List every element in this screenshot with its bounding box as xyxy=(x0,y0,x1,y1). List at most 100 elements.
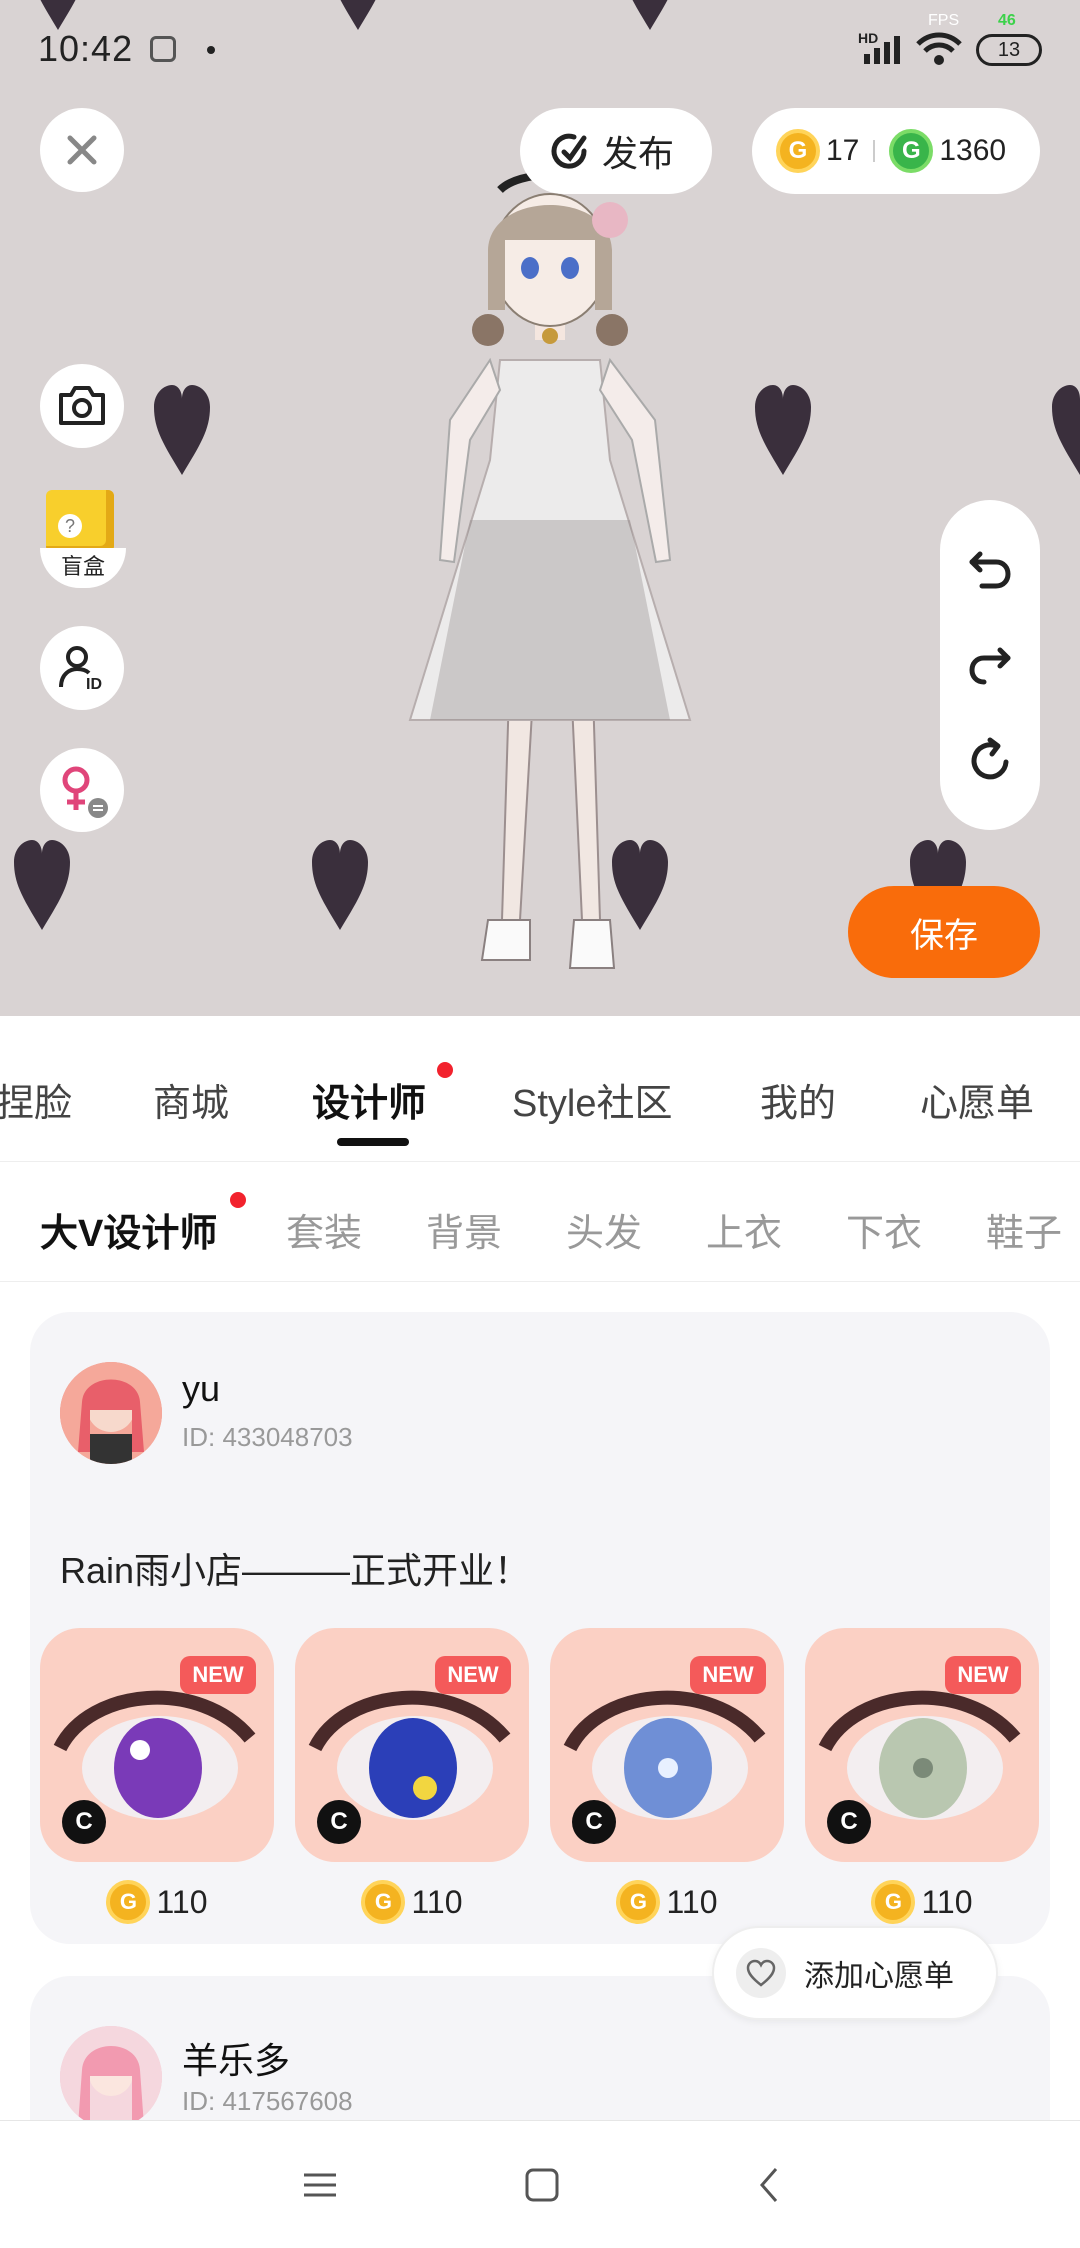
gold-coin-icon: G xyxy=(616,1880,661,1924)
heart-icon xyxy=(736,1948,786,1998)
notification-dot xyxy=(207,46,215,54)
publish-icon xyxy=(551,133,587,169)
gender-switch-icon xyxy=(62,766,108,818)
blind-box-icon xyxy=(46,490,114,552)
background-heart xyxy=(14,840,70,930)
close-button[interactable] xyxy=(40,108,124,192)
designer-id: ID: 433048703 xyxy=(182,1422,353,1452)
tab-style-community[interactable]: Style社区 xyxy=(512,1072,672,1127)
item-thumbnail: NEW C xyxy=(295,1628,529,1862)
new-badge: NEW xyxy=(435,1656,511,1694)
redo-icon[interactable] xyxy=(966,640,1014,688)
category-tab-bar: 大V设计师 套装 背景 头发 上衣 下衣 鞋子 xyxy=(0,1162,1080,1282)
app-notification-icon xyxy=(150,36,176,62)
shop-item[interactable]: NEW C G 110 xyxy=(550,1628,784,1926)
currency-wallet[interactable]: G 17 G 1360 xyxy=(752,108,1040,194)
background-heart xyxy=(154,385,210,475)
subtab-hair[interactable]: 头发 xyxy=(566,1202,642,1257)
wishlist-label: 添加心愿单 xyxy=(804,1960,954,1993)
background-heart xyxy=(755,385,811,475)
item-price: G 110 xyxy=(40,1878,274,1926)
shop-item[interactable]: NEW C G 110 xyxy=(295,1628,529,1926)
wallet-divider xyxy=(873,140,876,162)
avatar[interactable] xyxy=(60,1362,162,1464)
shop-item[interactable]: NEW C G 110 xyxy=(40,1628,274,1926)
avatar-image xyxy=(60,2026,162,2120)
camera-icon xyxy=(59,386,105,425)
post-text: Rain雨小店———正式开业！ xyxy=(60,1550,531,1591)
item-price: G 110 xyxy=(295,1878,529,1926)
fps-value: 46 xyxy=(998,12,1016,29)
item-thumbnail: NEW C xyxy=(40,1628,274,1862)
gold-coin-icon: G xyxy=(871,1880,916,1924)
avatar-id-button[interactable]: ID xyxy=(40,626,124,710)
menu-icon[interactable] xyxy=(300,2165,340,2205)
item-price-value: 110 xyxy=(411,1883,463,1920)
main-tab-bar: 捏脸 商城 设计师 Style社区 我的 心愿单 xyxy=(0,1016,1080,1162)
background-heart xyxy=(1052,385,1080,475)
subtab-bottom[interactable]: 下衣 xyxy=(846,1202,922,1257)
avatar-image xyxy=(60,1362,162,1464)
new-badge: NEW xyxy=(180,1656,256,1694)
creator-mark-icon: C xyxy=(827,1800,871,1844)
blind-box-label: 盲盒 xyxy=(40,548,126,588)
status-bar: 10:42 FPS 46 HD 13 xyxy=(0,0,1080,100)
gender-switch-button[interactable] xyxy=(40,748,124,832)
creator-mark-icon: C xyxy=(62,1800,106,1844)
tab-designer-badge xyxy=(437,1062,453,1078)
tab-mine[interactable]: 我的 xyxy=(760,1072,836,1127)
designer-name[interactable]: yu xyxy=(182,1368,220,1410)
avatar-figure[interactable] xyxy=(370,160,730,1000)
system-navigation-bar xyxy=(0,2120,1080,2248)
wifi-icon xyxy=(916,32,962,65)
avatar-preview-scene[interactable]: 10:42 FPS 46 HD 13 发布 G 17 G 1360 ? 盲盒 I… xyxy=(0,0,1080,1016)
creator-mark-icon: C xyxy=(572,1800,616,1844)
green-coin-icon: G xyxy=(889,129,934,173)
background-heart xyxy=(312,840,368,930)
add-to-wishlist-button[interactable]: 添加心愿单 xyxy=(712,1926,998,2020)
iris-shape xyxy=(369,1718,457,1818)
reset-icon[interactable] xyxy=(966,736,1014,784)
item-price: G 110 xyxy=(805,1878,1039,1926)
new-badge: NEW xyxy=(945,1656,1021,1694)
close-icon xyxy=(67,135,97,165)
signal-icon xyxy=(864,36,900,64)
subtab-background[interactable]: 背景 xyxy=(426,1202,502,1257)
shop-item[interactable]: NEW C G 110 xyxy=(805,1628,1039,1926)
item-thumbnail: NEW C xyxy=(550,1628,784,1862)
item-price-value: 110 xyxy=(666,1883,718,1920)
item-price: G 110 xyxy=(550,1878,784,1926)
home-icon[interactable] xyxy=(522,2165,562,2205)
status-time: 10:42 xyxy=(38,28,134,69)
green-coin-count: 1360 xyxy=(939,134,1007,167)
designer-id: ID: 417567608 xyxy=(182,2086,353,2116)
publish-label: 发布 xyxy=(602,133,675,174)
tab-face[interactable]: 捏脸 xyxy=(0,1072,72,1127)
subtab-shoes[interactable]: 鞋子 xyxy=(986,1202,1062,1257)
item-price-value: 110 xyxy=(156,1883,208,1920)
camera-button[interactable] xyxy=(40,364,124,448)
avatar[interactable] xyxy=(60,2026,162,2120)
history-controls xyxy=(940,500,1040,830)
gold-coin-icon: G xyxy=(776,129,820,173)
tab-mall[interactable]: 商城 xyxy=(153,1072,229,1127)
battery-indicator: 13 xyxy=(976,34,1042,66)
tab-designer[interactable]: 设计师 xyxy=(312,1072,426,1127)
publish-button[interactable]: 发布 xyxy=(520,108,712,194)
fps-label: FPS xyxy=(928,12,960,29)
creator-mark-icon: C xyxy=(317,1800,361,1844)
active-tab-indicator xyxy=(337,1138,409,1146)
undo-icon[interactable] xyxy=(966,544,1014,592)
designer-name[interactable]: 羊乐多 xyxy=(182,2032,290,2084)
designer-post-card[interactable]: yu ID: 433048703 Rain雨小店———正式开业！ NEW C G… xyxy=(30,1312,1050,1944)
subtab-outfit[interactable]: 套装 xyxy=(286,1202,362,1257)
subtab-top-designers-badge xyxy=(230,1192,246,1208)
gold-coin-count: 17 xyxy=(826,134,860,167)
tab-wishlist[interactable]: 心愿单 xyxy=(920,1072,1034,1127)
iris-shape xyxy=(114,1718,202,1818)
save-button[interactable]: 保存 xyxy=(848,886,1040,978)
back-icon[interactable] xyxy=(750,2165,790,2205)
subtab-top[interactable]: 上衣 xyxy=(706,1202,782,1257)
subtab-top-designers[interactable]: 大V设计师 xyxy=(40,1202,217,1257)
item-price-value: 110 xyxy=(921,1883,973,1920)
